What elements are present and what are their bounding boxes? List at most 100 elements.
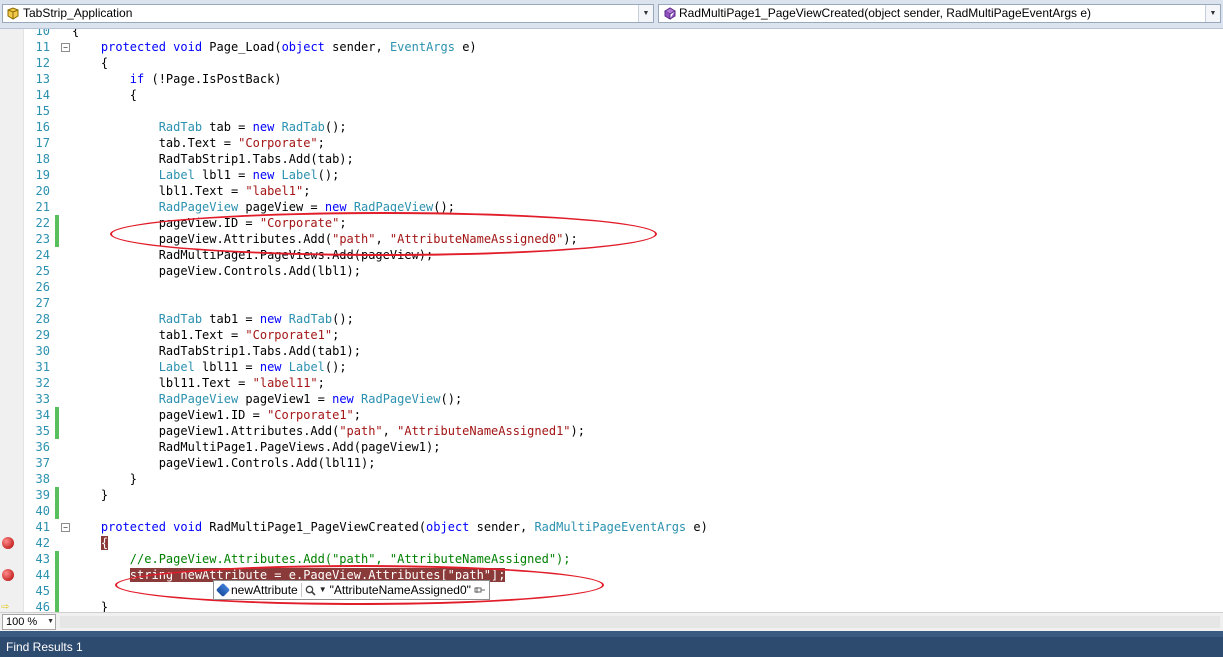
code-line[interactable]: 38 } xyxy=(24,471,1223,487)
code-text: protected void RadMultiPage1_PageViewCre… xyxy=(72,519,708,535)
line-number: 44 xyxy=(35,568,50,582)
collapse-icon[interactable]: − xyxy=(61,43,70,52)
visualizer-dropdown-icon[interactable]: ▼ xyxy=(319,581,327,599)
code-line[interactable]: 21 RadPageView pageView = new RadPageVie… xyxy=(24,199,1223,215)
breakpoint-icon[interactable] xyxy=(2,537,14,549)
code-line[interactable]: 18 RadTabStrip1.Tabs.Add(tab); xyxy=(24,151,1223,167)
chevron-down-icon[interactable]: ▼ xyxy=(638,5,653,22)
code-line[interactable]: 34 pageView1.ID = "Corporate1"; xyxy=(24,407,1223,423)
code-token: ); xyxy=(570,424,585,438)
code-token: "label11" xyxy=(252,376,318,390)
code-line[interactable]: 12 { xyxy=(24,55,1223,71)
code-line[interactable]: 43 //e.PageView.Attributes.Add("path", "… xyxy=(24,551,1223,567)
code-token: RadPageView xyxy=(158,200,239,214)
code-line[interactable]: 10 { xyxy=(24,29,1223,39)
code-line[interactable]: 37 pageView1.Controls.Add(lbl11); xyxy=(24,455,1223,471)
code-token: e) xyxy=(686,520,708,534)
code-line[interactable]: 36 RadMultiPage1.PageViews.Add(pageView1… xyxy=(24,439,1223,455)
breakpoint-icon[interactable] xyxy=(2,569,14,581)
line-number: 10 xyxy=(35,29,50,38)
datatip[interactable]: newAttribute ▼ "AttributeNameAssigned0" xyxy=(213,580,490,600)
code-text: lbl11.Text = "label11"; xyxy=(72,375,325,391)
code-token: } xyxy=(72,600,109,612)
code-token: EventArgs xyxy=(389,40,455,54)
code-line[interactable]: 20 lbl1.Text = "label1"; xyxy=(24,183,1223,199)
code-line[interactable]: 46 } xyxy=(24,599,1223,612)
horizontal-scrollbar[interactable] xyxy=(60,616,1220,628)
code-line[interactable]: 11 − protected void Page_Load(object send… xyxy=(24,39,1223,55)
datatip-divider xyxy=(300,583,302,597)
code-line[interactable]: 16 RadTab tab = new RadTab(); xyxy=(24,119,1223,135)
line-number: 27 xyxy=(35,296,50,310)
code-token: RadMultiPage1_PageViewCreated( xyxy=(202,520,427,534)
code-line[interactable]: 27 xyxy=(24,295,1223,311)
code-token: Page_Load( xyxy=(202,40,282,54)
breakpoint-margin[interactable] xyxy=(0,29,24,612)
code-line[interactable]: 28 RadTab tab1 = new RadTab(); xyxy=(24,311,1223,327)
line-number: 12 xyxy=(35,56,50,70)
code-line[interactable]: 14 { xyxy=(24,87,1223,103)
chevron-down-icon[interactable]: ▼ xyxy=(47,615,54,629)
code-token: //e.PageView.Attributes.Add("path", "Att… xyxy=(129,552,571,566)
line-number: 31 xyxy=(35,360,50,374)
code-token: object xyxy=(281,40,325,54)
code-area[interactable]: 10 {11 − protected void Page_Load(object s… xyxy=(24,29,1223,612)
code-line[interactable]: 33 RadPageView pageView1 = new RadPageVi… xyxy=(24,391,1223,407)
project-combobox[interactable]: TabStrip_Application ▼ xyxy=(2,4,654,23)
line-number: 16 xyxy=(35,120,50,134)
magnifier-icon[interactable] xyxy=(305,585,316,596)
code-token: (); xyxy=(324,360,347,374)
line-number: 40 xyxy=(35,504,50,518)
code-line[interactable]: 15 xyxy=(24,103,1223,119)
code-line[interactable]: 26 xyxy=(24,279,1223,295)
chevron-down-icon[interactable]: ▼ xyxy=(1205,5,1220,22)
code-line[interactable]: 19 Label lbl1 = new Label(); xyxy=(24,167,1223,183)
code-token: RadPageView xyxy=(361,392,441,406)
code-token: if xyxy=(129,72,145,86)
change-indicator xyxy=(55,567,59,583)
line-number: 14 xyxy=(35,88,50,102)
code-line[interactable]: 42 { xyxy=(24,535,1223,551)
code-line[interactable]: 41 − protected void RadMultiPage1_PageVie… xyxy=(24,519,1223,535)
datatip-name: newAttribute xyxy=(231,583,298,597)
code-line[interactable]: 32 lbl11.Text = "label11"; xyxy=(24,375,1223,391)
code-line[interactable]: 35 pageView1.Attributes.Add("path", "Att… xyxy=(24,423,1223,439)
code-text: if (!Page.IsPostBack) xyxy=(72,71,282,87)
code-editor[interactable]: 10 {11 − protected void Page_Load(object s… xyxy=(0,29,1223,612)
zoom-dropdown[interactable]: 100 % ▼ xyxy=(2,614,56,630)
code-token: pageView.Controls.Add(lbl1); xyxy=(72,264,361,278)
code-token: object xyxy=(426,520,470,534)
pin-icon[interactable] xyxy=(474,585,486,595)
code-line[interactable]: 39 } xyxy=(24,487,1223,503)
code-line[interactable]: 13 if (!Page.IsPostBack) xyxy=(24,71,1223,87)
tab-find-results-1[interactable]: Find Results 1 xyxy=(0,638,89,657)
line-number: 37 xyxy=(35,456,50,470)
line-number: 29 xyxy=(35,328,50,342)
code-text: RadTabStrip1.Tabs.Add(tab1); xyxy=(72,343,361,359)
code-token: RadTab xyxy=(281,120,325,134)
code-token: new xyxy=(252,168,275,182)
collapse-icon[interactable]: − xyxy=(61,523,70,532)
code-line[interactable]: 31 Label lbl11 = new Label(); xyxy=(24,359,1223,375)
code-token: ; xyxy=(317,376,325,390)
method-icon xyxy=(664,7,676,20)
project-name: TabStrip_Application xyxy=(23,6,133,20)
code-token: Label xyxy=(158,360,195,374)
code-token: RadTabStrip1.Tabs.Add(tab); xyxy=(72,152,354,166)
code-token: void xyxy=(173,40,203,54)
code-line[interactable]: 29 tab1.Text = "Corporate1"; xyxy=(24,327,1223,343)
code-line[interactable]: 17 tab.Text = "Corporate"; xyxy=(24,135,1223,151)
code-token: { xyxy=(72,29,80,38)
code-token: pageView1 = xyxy=(238,392,333,406)
code-line[interactable]: 30 RadTabStrip1.Tabs.Add(tab1); xyxy=(24,343,1223,359)
code-line[interactable]: 40 xyxy=(24,503,1223,519)
code-text: RadTabStrip1.Tabs.Add(tab); xyxy=(72,151,354,167)
member-combobox[interactable]: RadMultiPage1_PageViewCreated(object sen… xyxy=(658,4,1221,23)
code-token: tab.Text = xyxy=(72,136,239,150)
code-token: RadMultiPage1.PageViews.Add(pageView1); xyxy=(72,440,441,454)
datatip-value: "AttributeNameAssigned0" xyxy=(329,583,471,597)
code-line[interactable]: 25 pageView.Controls.Add(lbl1); xyxy=(24,263,1223,279)
